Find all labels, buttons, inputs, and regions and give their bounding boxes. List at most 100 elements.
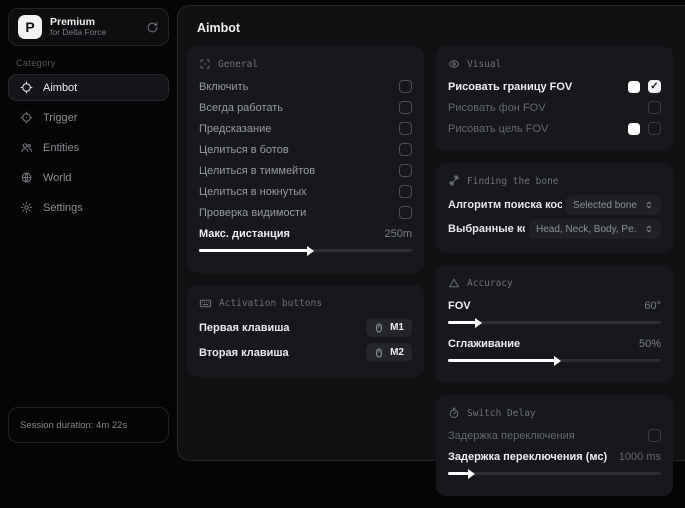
max-distance-slider[interactable]	[199, 245, 412, 256]
sidebar-item-label: Trigger	[43, 111, 78, 124]
slider-row: Сглаживание 50%	[448, 333, 661, 354]
panel-general: General Включить ✓ Всегда работать ✓ Предс…	[187, 46, 424, 273]
panel-title: Activation buttons	[219, 297, 322, 309]
slider-row: Макс. дистанция 250m	[199, 223, 412, 244]
keybind-button-m1[interactable]: M1	[366, 318, 412, 337]
app-header-card: P Premium for Delta Force	[8, 8, 169, 46]
bone-row: Выбранные кости Head, Neck, Body, Pe..	[448, 217, 661, 241]
toggle-row: Целиться в ботов ✓	[199, 139, 412, 160]
slider-label: FOV	[448, 299, 471, 312]
slider-value: 250m	[384, 227, 412, 240]
toggle-row: Предсказание ✓	[199, 118, 412, 139]
toggle-row: Всегда работать ✓	[199, 97, 412, 118]
toggle-row: Включить ✓	[199, 76, 412, 97]
slider-label: Макс. дистанция	[199, 227, 290, 240]
sidebar-item-trigger[interactable]: Trigger	[8, 104, 169, 131]
mouse-icon	[374, 323, 384, 333]
toggle-label: Всегда работать	[199, 101, 284, 114]
toggle-label: Включить	[199, 80, 249, 93]
panel-title: Accuracy	[467, 277, 513, 289]
bone-label: Выбранные кости	[448, 223, 525, 235]
sidebar-item-aimbot[interactable]: Aimbot	[8, 74, 169, 101]
bone-row: Алгоритм поиска костей Selected bone	[448, 193, 661, 217]
toggle-row: Задержка переключения ✓	[448, 425, 661, 446]
checkbox[interactable]: ✓	[648, 101, 661, 114]
app-logo: P	[18, 15, 42, 39]
slider-value: 1000 ms	[618, 450, 661, 463]
keybind-label: Вторая клавиша	[199, 346, 289, 359]
toggle-label: Проверка видимости	[199, 206, 307, 219]
checkbox[interactable]: ✓	[648, 80, 661, 93]
globe-icon	[20, 171, 33, 184]
crosshair-icon	[20, 81, 33, 94]
scan-icon	[199, 58, 211, 70]
eye-icon	[448, 58, 460, 70]
mouse-icon	[374, 348, 384, 358]
visual-row: Рисовать цель FOV ✓	[448, 118, 661, 139]
sidebar-item-world[interactable]: World	[8, 164, 169, 191]
sidebar-nav: Aimbot Trigger Entities World Settings	[0, 74, 177, 221]
switch-delay-slider[interactable]	[448, 468, 661, 479]
slider-row: Задержка переключения (мс) 1000 ms	[448, 446, 661, 467]
keybind-row: Вторая клавиша M2	[199, 340, 412, 365]
checkbox[interactable]: ✓	[399, 80, 412, 93]
fov-slider[interactable]	[448, 317, 661, 328]
smoothing-slider[interactable]	[448, 355, 661, 366]
checkbox[interactable]: ✓	[648, 429, 661, 442]
toggle-label: Задержка переключения	[448, 429, 575, 442]
chevron-updown-icon	[644, 200, 654, 210]
gear-icon	[20, 201, 33, 214]
sidebar-item-settings[interactable]: Settings	[8, 194, 169, 221]
checkbox[interactable]: ✓	[399, 122, 412, 135]
checkbox[interactable]: ✓	[399, 206, 412, 219]
triangle-icon	[448, 277, 460, 289]
bone-icon	[448, 175, 460, 187]
keybind-row: Первая клавиша M1	[199, 315, 412, 340]
sidebar: P Premium for Delta Force Category Aimbo…	[0, 0, 177, 449]
keybind-value: M2	[390, 347, 404, 358]
bone-algorithm-dropdown[interactable]: Selected bone	[566, 195, 661, 215]
checkbox[interactable]: ✓	[399, 101, 412, 114]
checkbox[interactable]: ✓	[648, 122, 661, 135]
sidebar-item-label: World	[43, 171, 72, 184]
color-swatch[interactable]	[628, 80, 640, 93]
bone-label: Алгоритм поиска костей	[448, 199, 563, 211]
keybind-value: M1	[390, 322, 404, 333]
selected-bones-dropdown[interactable]: Head, Neck, Body, Pe..	[529, 219, 661, 239]
keybind-label: Первая клавиша	[199, 321, 290, 334]
dropdown-value: Head, Neck, Body, Pe..	[536, 223, 637, 235]
main-content: Aimbot General Включить ✓ Всегда работать…	[177, 5, 685, 496]
toggle-row: Проверка видимости ✓	[199, 202, 412, 223]
sync-icon[interactable]	[146, 21, 159, 34]
session-duration: Session duration: 4m 22s	[8, 407, 169, 443]
visual-row: Рисовать фон FOV ✓	[448, 97, 661, 118]
toggle-label: Предсказание	[199, 122, 272, 135]
app-subtitle: for Delta Force	[50, 27, 107, 38]
color-swatch[interactable]	[628, 122, 640, 135]
checkbox[interactable]: ✓	[399, 143, 412, 156]
session-duration-text: Session duration: 4m 22s	[20, 419, 128, 431]
sidebar-item-label: Aimbot	[43, 81, 78, 94]
checkbox[interactable]: ✓	[399, 185, 412, 198]
panel-title: Finding the bone	[467, 175, 559, 187]
checkbox[interactable]: ✓	[399, 164, 412, 177]
visual-row: Рисовать границу FOV ✓	[448, 76, 661, 97]
visual-label: Рисовать границу FOV	[448, 80, 573, 93]
panel-switch-delay: Switch Delay Задержка переключения ✓ Зад…	[436, 395, 673, 496]
target-icon	[20, 111, 33, 124]
toggle-label: Целиться в ботов	[199, 143, 289, 156]
keyboard-icon	[199, 297, 212, 310]
panel-visual: Visual Рисовать границу FOV ✓ Рисовать ф…	[436, 46, 673, 151]
sidebar-item-entities[interactable]: Entities	[8, 134, 169, 161]
sidebar-item-label: Settings	[43, 201, 83, 214]
timer-icon	[448, 407, 460, 419]
category-label: Category	[16, 58, 56, 68]
visual-label: Рисовать фон FOV	[448, 101, 546, 114]
visual-label: Рисовать цель FOV	[448, 122, 549, 135]
keybind-button-m2[interactable]: M2	[366, 343, 412, 362]
slider-label: Задержка переключения (мс)	[448, 450, 608, 463]
panel-finding-the-bone: Finding the bone Алгоритм поиска костей …	[436, 163, 673, 253]
panel-title: General	[218, 58, 259, 70]
users-icon	[20, 141, 33, 154]
slider-row: FOV 60°	[448, 295, 661, 316]
